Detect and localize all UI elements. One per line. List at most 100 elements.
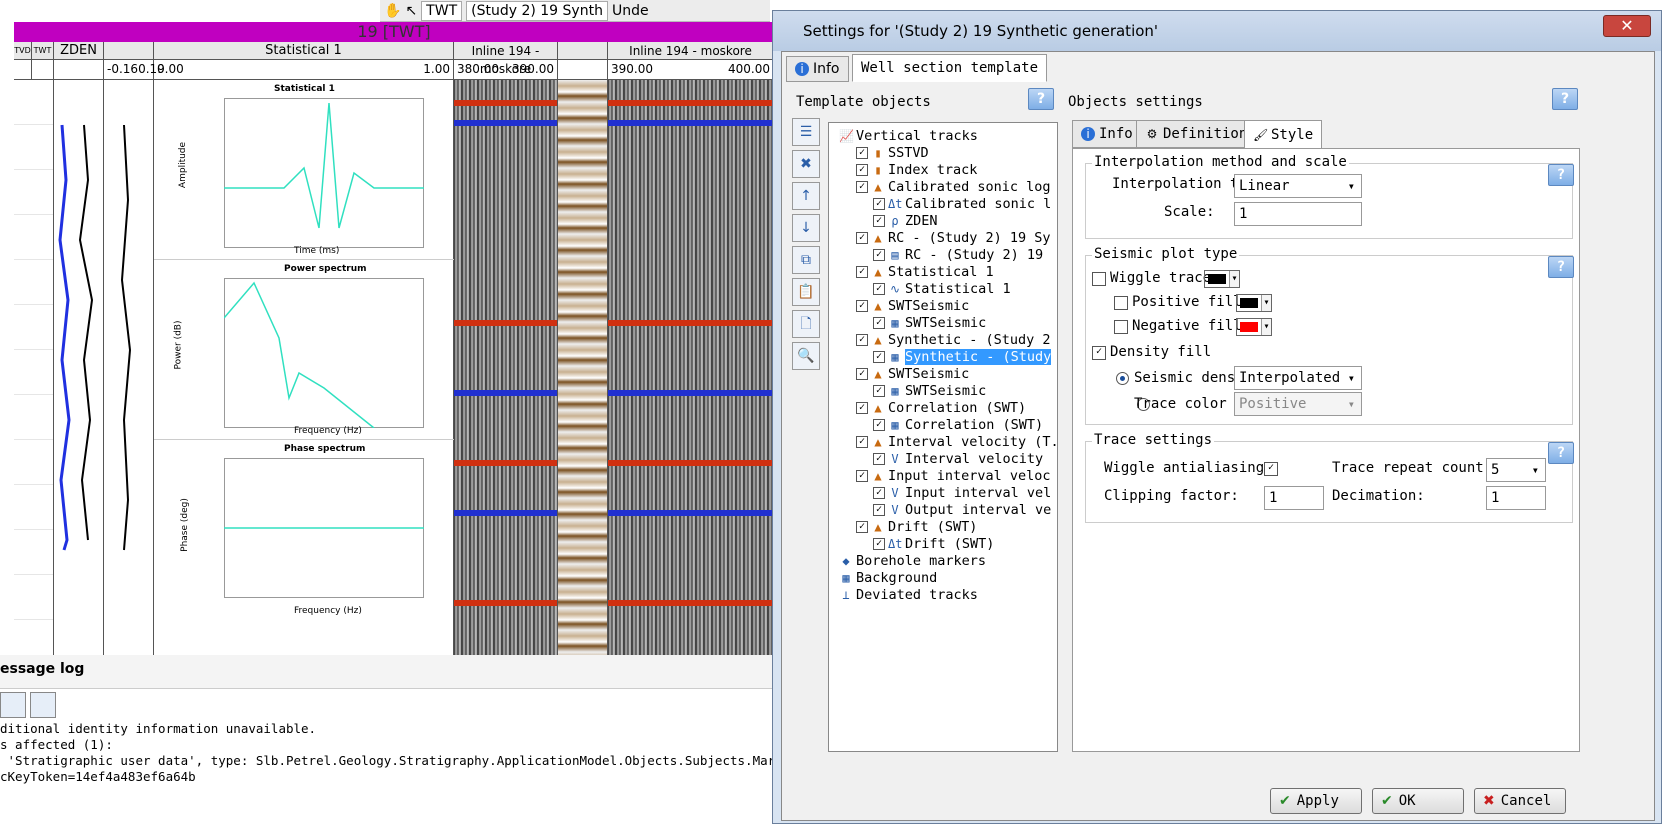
wiggle-color-picker[interactable]: ▾ [1204,270,1240,288]
tree-item-checkbox[interactable]: ✓ [873,316,885,329]
track-header[interactable] [558,42,608,80]
tree-item-checkbox[interactable]: ✓ [873,537,885,550]
help-button[interactable]: ? [1548,164,1574,186]
tree-item[interactable]: ✓ Δt Drift (SWT) [873,535,994,552]
move-down-icon[interactable]: ↓ [792,214,820,242]
new-template-icon[interactable]: 🗋 [792,310,820,338]
tree-item-checkbox[interactable]: ✓ [856,231,868,244]
tree-item[interactable]: ✓ Δt Calibrated sonic l [873,195,1051,212]
tree-item-checkbox[interactable]: ✓ [873,214,885,227]
tree-item-checkbox[interactable]: ✓ [856,367,868,380]
wiggle-antialiasing-checkbox[interactable]: ✓ [1264,462,1278,476]
synthetic-select[interactable]: (Study 2) 19 Synth [466,0,608,21]
tree-item[interactable]: ✓ ▲ Calibrated sonic log [856,178,1051,195]
ok-button[interactable]: ✔ OK [1372,788,1464,814]
tree-item-checkbox[interactable]: ✓ [856,435,868,448]
wiggle-trace-checkbox[interactable] [1092,272,1106,286]
tree-item[interactable]: ✓ ▤ RC - (Study 2) 19 [873,246,1043,263]
tree-item[interactable]: ✓ ▦ SWTSeismic [873,382,986,399]
subtab-definition[interactable]: ⚙ Definition [1136,120,1257,148]
tree-item[interactable]: ▦ Background [839,569,937,586]
tree-item[interactable]: ✓ V Interval velocity [873,450,1043,467]
domain-select[interactable]: TWT [421,0,463,21]
close-button[interactable]: ✕ [1603,15,1651,37]
track-header[interactable]: Inline 194 - moskore 380.00 390.00 [454,42,558,80]
tree-item-checkbox[interactable]: ✓ [856,299,868,312]
tree-item-checkbox[interactable]: ✓ [873,503,885,516]
seismic-density-select[interactable]: Interpolated [1234,366,1362,390]
seismic-density-radio[interactable] [1116,372,1129,385]
tree-item[interactable]: 📈 Vertical tracks [839,127,978,144]
track-header[interactable]: -0.16 0.19 [104,42,165,80]
interpolation-type-select[interactable]: Linear [1234,174,1362,198]
template-tree[interactable]: 📈 Vertical tracks ✓ ▮ SSTVD ✓ ▮ Index track ✓ ▲ Ca… [828,122,1058,752]
apply-button[interactable]: ✔ Apply [1270,788,1362,814]
track-header[interactable]: TWT [32,42,54,80]
negative-fill-checkbox[interactable] [1114,320,1128,334]
tree-item[interactable]: ✓ ▲ Input interval veloc [856,467,1051,484]
tree-item-checkbox[interactable]: ✓ [856,401,868,414]
help-button[interactable]: ? [1548,256,1574,278]
cancel-button[interactable]: ✖ Cancel [1474,788,1566,814]
paste-icon[interactable]: 📋 [792,278,820,306]
tree-item[interactable]: ✓ ▲ Synthetic - (Study 2 [856,331,1051,348]
tree-item-checkbox[interactable]: ✓ [873,486,885,499]
tree-item[interactable]: ✓ ▦ SWTSeismic [873,314,986,331]
tree-item[interactable]: ✓ ▲ Interval velocity (T. [856,433,1057,450]
save-log-icon[interactable] [30,692,56,718]
undo-button[interactable]: Unde [612,3,649,19]
preview-icon[interactable]: 🔍 [792,342,820,370]
help-button[interactable]: ? [1028,88,1054,110]
dialog-titlebar[interactable]: Settings for '(Study 2) 19 Synthetic gen… [773,11,1661,51]
tree-item[interactable]: ✓ ▲ SWTSeismic [856,365,969,382]
tree-item-checkbox[interactable]: ✓ [856,180,868,193]
scale-input[interactable]: 1 [1234,202,1362,226]
tree-item-checkbox[interactable]: ✓ [873,197,885,210]
tree-item[interactable]: ◆ Borehole markers [839,552,986,569]
positive-fill-checkbox[interactable] [1114,296,1128,310]
tree-item[interactable]: ✓ V Input interval vel [873,484,1051,501]
tree-item[interactable]: ✓ ▲ SWTSeismic [856,297,969,314]
track-header[interactable]: Statistical 1 0.00 1.00 [154,42,454,80]
tree-item-checkbox[interactable]: ✓ [873,384,885,397]
help-button[interactable]: ? [1552,88,1578,110]
insert-icon[interactable]: ☰ [792,118,820,146]
tree-item[interactable]: ✓ ▲ Correlation (SWT) [856,399,1026,416]
tree-item-checkbox[interactable]: ✓ [856,163,868,176]
negative-color-picker[interactable]: ▾ [1236,318,1272,336]
tree-item-checkbox[interactable]: ✓ [856,146,868,159]
tree-item[interactable]: ✓ ρ ZDEN [873,212,938,229]
tree-item-checkbox[interactable]: ✓ [873,350,885,363]
tree-item-checkbox[interactable]: ✓ [856,265,868,278]
help-button[interactable]: ? [1548,442,1574,464]
tree-item-checkbox[interactable]: ✓ [873,282,885,295]
copy-icon[interactable]: ⧉ [792,246,820,274]
track-header[interactable]: ZDEN [54,42,104,80]
decimation-input[interactable]: 1 [1486,486,1546,510]
tree-item[interactable]: ✓ ▦ Synthetic - (Study [873,348,1052,365]
subtab-style[interactable]: 🖌 Style [1244,120,1323,150]
tree-item[interactable]: ⊥ Deviated tracks [839,586,978,603]
tree-item[interactable]: ✓ ▲ Drift (SWT) [856,518,977,535]
tab-well-section-template[interactable]: Well section template [852,54,1048,82]
move-up-icon[interactable]: ↑ [792,182,820,210]
copy-log-icon[interactable] [0,692,26,718]
tree-item-checkbox[interactable]: ✓ [873,418,885,431]
track-header[interactable]: Inline 194 - moskore 390.00 400.00 [608,42,774,80]
positive-color-picker[interactable]: ▾ [1236,294,1272,312]
tree-item[interactable]: ✓ ▲ RC - (Study 2) 19 Sy [856,229,1051,246]
tree-item[interactable]: ✓ V Output interval ve [873,501,1051,518]
subtab-info[interactable]: i Info [1072,120,1142,148]
tree-item[interactable]: ✓ ▮ SSTVD [856,144,929,161]
clipping-factor-input[interactable]: 1 [1264,486,1324,510]
trace-repeat-select[interactable]: 5 [1486,458,1546,482]
pointer-icon[interactable]: ↖ [405,3,417,19]
track-header[interactable]: TVD [14,42,32,80]
tree-item[interactable]: ✓ ▲ Statistical 1 [856,263,994,280]
tree-item-checkbox[interactable]: ✓ [856,333,868,346]
tree-item-checkbox[interactable]: ✓ [873,452,885,465]
tab-info[interactable]: i Info [786,56,849,82]
tree-item[interactable]: ✓ ▦ Correlation (SWT) [873,416,1043,433]
density-fill-checkbox[interactable]: ✓ [1092,346,1106,360]
tree-item[interactable]: ✓ ▮ Index track [856,161,977,178]
